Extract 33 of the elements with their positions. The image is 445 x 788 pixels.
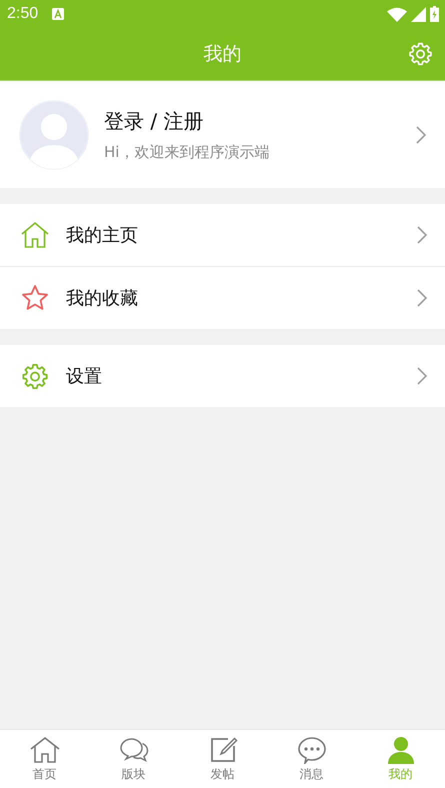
chevron-icon [416,288,428,308]
battery-icon [430,6,439,22]
nav-tab[interactable]: 消息 [267,730,356,788]
nav-tab[interactable]: 首页 [0,730,89,788]
star-icon [21,284,49,312]
wifi-icon [387,6,407,22]
avatar-icon [19,100,89,170]
greeting-text: Hi，欢迎来到程序演示端 [104,142,270,162]
menu-item[interactable]: 我的主页 [0,204,445,267]
chat-bubbles-icon [118,736,148,764]
notification-icon [52,8,64,20]
chevron-icon [415,124,427,144]
menu-label: 我的收藏 [66,287,139,310]
nav-tab[interactable]: 发帖 [178,730,267,788]
settings-icon[interactable] [408,41,433,66]
page-title: 我的 [204,42,242,67]
menu-label: 我的主页 [66,224,139,247]
menu-item[interactable]: 我的收藏 [0,267,445,329]
menu-label: 设置 [66,365,103,388]
gear-icon [21,362,49,390]
status-time: 2:50 [7,5,38,23]
signal-icon [411,6,426,22]
chevron-icon [416,366,428,386]
person-icon [386,736,416,764]
nav-tab[interactable]: 版块 [89,730,178,788]
home-icon [30,736,60,764]
profile-card[interactable]: 登录 / 注册 Hi，欢迎来到程序演示端 [0,81,445,188]
login-register-label: 登录 / 注册 [104,108,204,134]
nav-tab[interactable]: 我的 [356,730,445,788]
menu-item[interactable]: 设置 [0,345,445,407]
message-icon [296,736,326,764]
chevron-icon [416,225,428,245]
home-icon [21,221,49,249]
